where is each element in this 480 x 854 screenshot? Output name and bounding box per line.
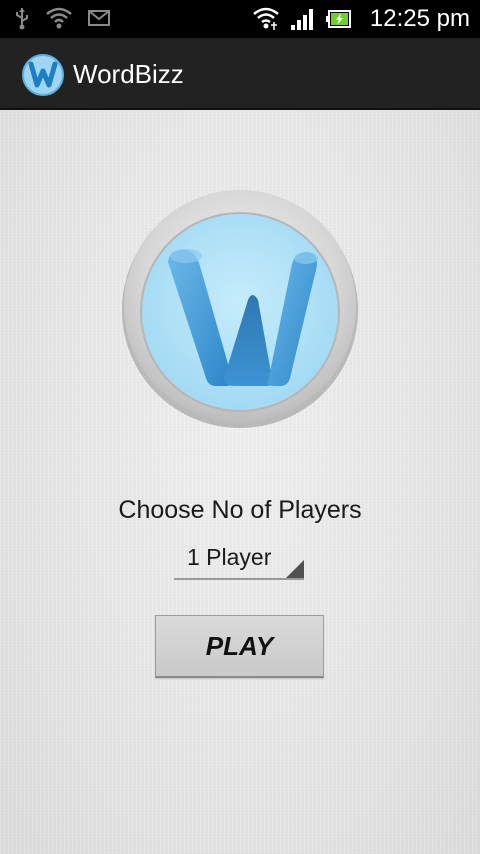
screen: 12:25 pm WordBizz Choose No of Players 1… xyxy=(0,0,480,854)
app-logo-icon[interactable] xyxy=(22,54,64,96)
play-button[interactable]: PLAY xyxy=(155,615,324,678)
players-dropdown-value: 1 Player xyxy=(187,544,272,570)
notification-icons xyxy=(14,6,110,30)
battery-charging-icon xyxy=(325,9,352,29)
system-icons: 12:25 pm xyxy=(252,4,470,34)
status-time: 12:25 pm xyxy=(369,5,470,32)
main-content: Choose No of Players 1 Player PLAY xyxy=(0,110,480,854)
action-bar: WordBizz xyxy=(0,38,480,110)
choose-players-label: Choose No of Players xyxy=(118,496,362,524)
usb-icon xyxy=(14,6,30,30)
mail-icon xyxy=(88,9,110,27)
wifi-icon xyxy=(46,7,72,29)
wordbizz-logo xyxy=(120,182,360,432)
play-button-label: PLAY xyxy=(205,631,274,661)
signal-icon xyxy=(290,7,316,31)
app-title: WordBizz xyxy=(73,59,184,89)
players-dropdown[interactable]: 1 Player xyxy=(174,540,304,580)
status-bar: 12:25 pm xyxy=(0,0,480,38)
wifi-hotspot-icon xyxy=(252,6,280,32)
dropdown-arrow-icon xyxy=(286,560,304,578)
